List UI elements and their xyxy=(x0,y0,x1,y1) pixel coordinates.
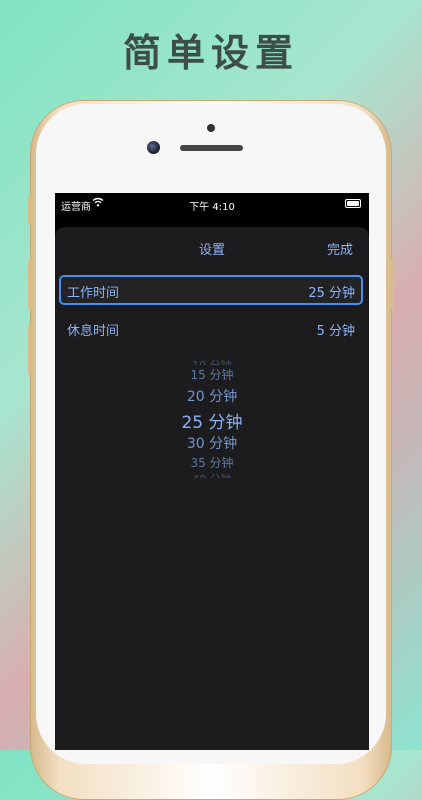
picker-option[interactable]: 20 分钟 xyxy=(55,386,369,406)
row-label: 休息时间 xyxy=(67,324,120,339)
picker-option[interactable]: 40 分钟 xyxy=(55,471,369,478)
earpiece-speaker xyxy=(180,145,243,151)
volume-up-button xyxy=(28,260,31,310)
power-button xyxy=(391,258,394,310)
volume-down-button xyxy=(28,325,31,375)
row-value: 5 分钟 xyxy=(316,324,355,339)
proximity-sensor xyxy=(207,124,215,132)
phone-screen: 运营商 下午 4:10 设置 完成 工作时间 25 分钟 休息时间 5 分钟 1… xyxy=(55,193,369,750)
picker-option[interactable]: 10 分钟 xyxy=(55,357,369,365)
row-value: 25 分钟 xyxy=(308,286,355,301)
front-camera-icon xyxy=(147,141,160,154)
status-time: 下午 4:10 xyxy=(189,202,235,213)
status-bar: 运营商 下午 4:10 xyxy=(55,193,369,215)
duration-picker[interactable]: 10 分钟 15 分钟 20 分钟 25 分钟 30 分钟 35 分钟 40 分… xyxy=(55,357,369,492)
picker-option[interactable]: 15 分钟 xyxy=(55,366,369,383)
mute-switch xyxy=(28,196,31,224)
nav-title: 设置 xyxy=(198,243,225,258)
settings-sheet: 设置 完成 工作时间 25 分钟 休息时间 5 分钟 10 分钟 15 分钟 2… xyxy=(55,227,369,750)
battery-icon xyxy=(345,199,361,208)
picker-option-selected[interactable]: 25 分钟 xyxy=(55,408,369,433)
nav-bar: 设置 完成 xyxy=(55,227,369,267)
settings-row-work-time[interactable]: 工作时间 25 分钟 xyxy=(59,275,363,305)
row-label: 工作时间 xyxy=(67,286,120,301)
picker-option[interactable]: 35 分钟 xyxy=(55,454,369,471)
done-button[interactable]: 完成 xyxy=(327,239,353,258)
promo-headline: 简单设置 xyxy=(122,31,299,75)
settings-row-rest-time[interactable]: 休息时间 5 分钟 xyxy=(59,313,363,343)
picker-option[interactable]: 30 分钟 xyxy=(55,433,369,453)
